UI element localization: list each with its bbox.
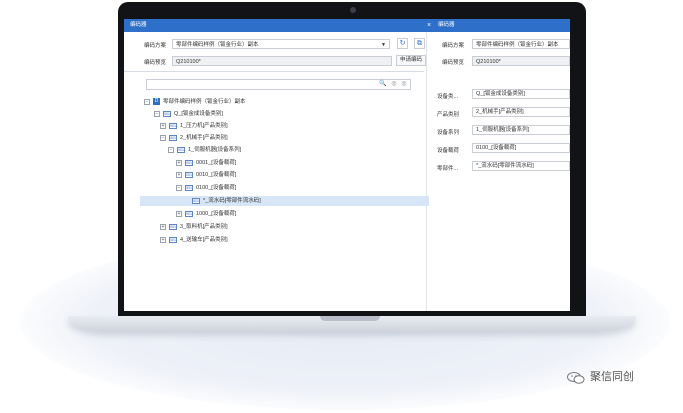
tree-node[interactable]: +001 3_取料机[产品类别] [160, 222, 228, 232]
expand-icon[interactable]: + [160, 122, 166, 129]
tree-node[interactable]: −001 Q_[钣金成设备类别] [154, 109, 223, 119]
tab-encoder-right[interactable]: 编码器 [434, 19, 455, 32]
node-icon: 001 [192, 197, 200, 204]
node-icon: 001 [185, 159, 193, 166]
apply-code-button[interactable]: 申请编码 [396, 55, 426, 66]
expand-icon[interactable]: + [176, 171, 182, 178]
tree-node[interactable]: +001 0001_[设备载荷] [176, 158, 236, 168]
prev-icon[interactable]: ◎ [389, 80, 399, 89]
collapse-icon[interactable]: − [160, 134, 166, 141]
tree-node-selected[interactable]: 001 *_流水码[零部件流水码] [192, 196, 261, 206]
prop-label-device-series: 设备系列 [437, 130, 460, 136]
expand-icon[interactable]: + [160, 236, 166, 243]
expand-icon[interactable]: + [176, 210, 182, 217]
node-icon: 001 [185, 210, 193, 217]
node-icon: 001 [169, 236, 177, 243]
node-icon: 001 [185, 184, 193, 191]
node-icon: 001 [163, 110, 171, 117]
search-icon[interactable]: 🔍 [378, 80, 388, 89]
tree-root[interactable]: − D 零部件编码样例（钣金行业）副本 [144, 97, 246, 107]
prop-value-serial[interactable]: *_流水码[零部件流水码] [472, 161, 570, 171]
prop-value-device-load[interactable]: 0100_[设备载荷] [472, 143, 570, 153]
laptop-camera [350, 7, 356, 13]
prop-value-device-type[interactable]: Q_[钣金成设备类别] [472, 89, 570, 99]
tab-encoder-left[interactable]: 编码器 [126, 19, 147, 32]
preview-label: 编码预览 [144, 60, 167, 66]
tree-node[interactable]: +001 1_压力机[产品类别] [160, 121, 228, 131]
right-scheme-label: 编码方案 [442, 43, 465, 49]
right-preview-label: 编码预览 [442, 60, 465, 66]
node-icon: 001 [185, 171, 193, 178]
node-icon: 001 [169, 223, 177, 230]
next-icon[interactable]: ◎ [399, 80, 409, 89]
refresh-icon[interactable]: ↻ [397, 38, 408, 49]
prop-value-device-series[interactable]: 1_伺服机器[设备系列] [472, 125, 570, 135]
expand-icon[interactable]: + [176, 159, 182, 166]
collapse-icon[interactable]: − [168, 146, 174, 153]
copy-icon[interactable]: ⧉ [414, 38, 425, 49]
prop-label-device-type: 设备类... [437, 94, 459, 100]
prop-label-device-load: 设备载荷 [437, 148, 460, 154]
prop-value-product-type[interactable]: 2_机械手[产品类别] [472, 107, 570, 117]
close-icon[interactable]: × [424, 19, 434, 32]
search-input[interactable]: 🔍 ◎ ◎ [146, 79, 411, 90]
chevron-down-icon: ▼ [381, 42, 386, 48]
app-screen: 编码器 × 编码器 编码方案 零部件编码样例（钣金行业）副本 ▼ ↻ ⧉ 编码预… [124, 19, 570, 311]
tab-bar: 编码器 × 编码器 [124, 19, 570, 32]
tree-node[interactable]: −001 1_伺服机器[设备系列] [168, 145, 241, 155]
prop-label-product-type: 产品类别 [437, 112, 460, 118]
expand-icon[interactable]: + [160, 223, 166, 230]
selected-row-highlight [140, 196, 429, 206]
node-icon: 001 [169, 122, 177, 129]
tree-node[interactable]: +001 4_送输车[产品类别] [160, 235, 228, 245]
right-scheme-field[interactable]: 零部件编码样例（钣金行业）副本 [472, 39, 570, 49]
scheme-label: 编码方案 [144, 43, 167, 49]
prop-label-serial: 零部件... [437, 166, 459, 172]
node-icon: 001 [177, 146, 185, 153]
node-icon: 001 [169, 134, 177, 141]
wechat-icon [567, 371, 585, 384]
collapse-icon[interactable]: − [154, 110, 160, 117]
header-divider [124, 71, 424, 72]
brand-text: 聚信同创 [590, 371, 634, 383]
tree-node[interactable]: −001 0100_[设备载荷] [176, 183, 236, 193]
scheme-select-value: 零部件编码样例（钣金行业）副本 [176, 42, 259, 48]
collapse-icon[interactable]: − [176, 184, 182, 191]
collapse-icon[interactable]: − [144, 98, 150, 105]
preview-field: Q210100* [172, 56, 392, 66]
tree-node[interactable]: +001 1000_[设备载荷] [176, 209, 236, 219]
tree-node[interactable]: −001 2_机械手[产品类别] [160, 133, 228, 143]
tree-node[interactable]: +001 0010_[设备载荷] [176, 170, 236, 180]
panel-splitter[interactable] [426, 32, 427, 311]
scheme-select[interactable]: 零部件编码样例（钣金行业）副本 ▼ [172, 39, 390, 49]
right-preview-field: Q210100* [472, 56, 570, 66]
scheme-icon: D [153, 98, 160, 106]
brand-watermark: 聚信同创 [567, 367, 634, 387]
laptop-notch [320, 316, 380, 321]
